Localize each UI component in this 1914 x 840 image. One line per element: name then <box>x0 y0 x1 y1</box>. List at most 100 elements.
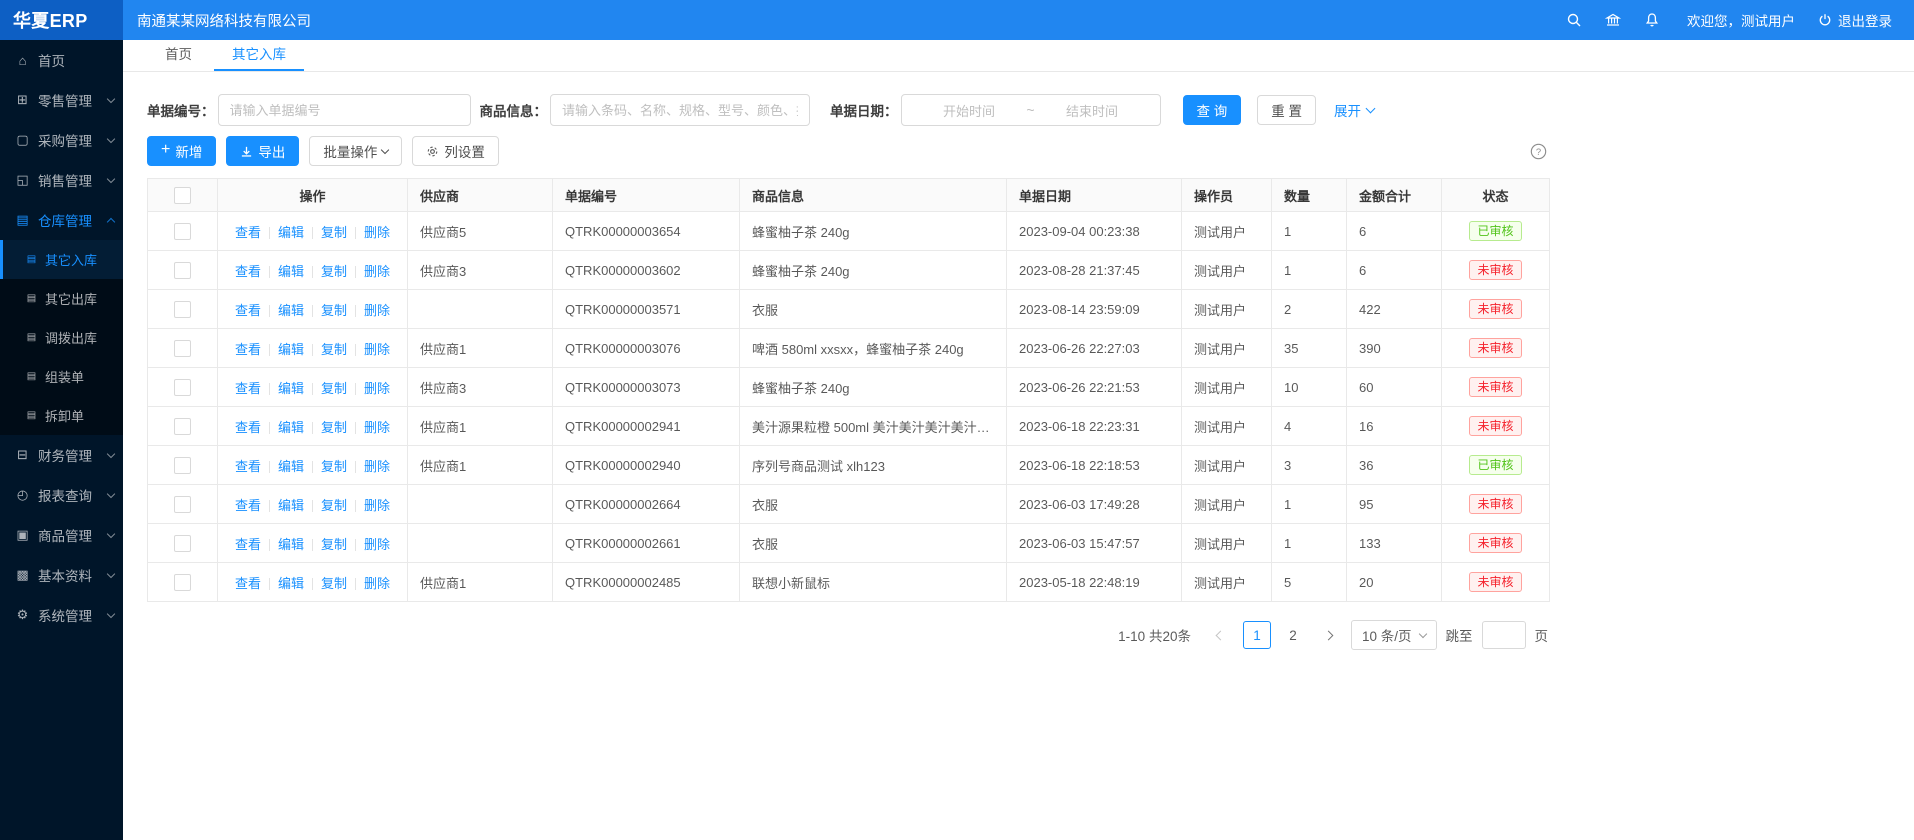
action-copy-link[interactable]: 复制 <box>321 225 347 240</box>
action-edit-link[interactable]: 编辑 <box>278 342 304 357</box>
tab-other-inbound[interactable]: 其它入库 <box>214 40 304 71</box>
export-button[interactable]: 导出 <box>226 136 299 166</box>
row-checkbox[interactable] <box>174 496 191 513</box>
action-delete-link[interactable]: 删除 <box>364 576 390 591</box>
sidebar-item-sales-management[interactable]: ◱销售管理 <box>0 160 123 200</box>
sidebar-item-retail-management[interactable]: ⊞零售管理 <box>0 80 123 120</box>
chevron-down-icon <box>1418 629 1426 637</box>
sidebar-item-finance-management[interactable]: ⊟财务管理 <box>0 435 123 475</box>
tab-home[interactable]: 首页 <box>147 40 210 71</box>
product-cell: 衣服 <box>740 524 1007 563</box>
action-view-link[interactable]: 查看 <box>235 381 261 396</box>
action-copy-link[interactable]: 复制 <box>321 381 347 396</box>
row-checkbox[interactable] <box>174 262 191 279</box>
row-checkbox[interactable] <box>174 418 191 435</box>
action-copy-link[interactable]: 复制 <box>321 303 347 318</box>
sidebar-subitem-disassembly-order[interactable]: ▤拆卸单 <box>0 396 123 435</box>
reset-button[interactable]: 重 置 <box>1257 95 1316 125</box>
search-button[interactable]: 查 询 <box>1183 95 1242 125</box>
prev-page-button[interactable] <box>1207 621 1235 649</box>
jump-input[interactable] <box>1482 621 1526 649</box>
action-edit-link[interactable]: 编辑 <box>278 381 304 396</box>
sidebar-item-system-management[interactable]: ⚙系统管理 <box>0 595 123 635</box>
action-copy-link[interactable]: 复制 <box>321 420 347 435</box>
sidebar-item-label: 商品管理 <box>38 525 92 545</box>
sidebar-subitem-allocation-outbound[interactable]: ▤调拨出库 <box>0 318 123 357</box>
sidebar-item-label: 系统管理 <box>38 605 92 625</box>
action-view-link[interactable]: 查看 <box>235 264 261 279</box>
action-view-link[interactable]: 查看 <box>235 459 261 474</box>
divider <box>312 305 313 317</box>
action-delete-link[interactable]: 删除 <box>364 225 390 240</box>
sidebar-item-goods-management[interactable]: ▣商品管理 <box>0 515 123 555</box>
bill-no-input[interactable] <box>218 94 471 126</box>
search-icon[interactable] <box>1566 12 1582 28</box>
sidebar-subitem-other-inbound[interactable]: ▤其它入库 <box>0 240 123 279</box>
logout-button[interactable]: 退出登录 <box>1818 10 1892 30</box>
row-checkbox[interactable] <box>174 457 191 474</box>
add-button[interactable]: + 新增 <box>147 136 216 166</box>
batch-operations-button[interactable]: 批量操作 <box>309 136 402 166</box>
expand-link[interactable]: 展开 <box>1334 100 1374 120</box>
bank-icon[interactable] <box>1605 12 1621 28</box>
action-copy-link[interactable]: 复制 <box>321 498 347 513</box>
action-edit-link[interactable]: 编辑 <box>278 537 304 552</box>
action-edit-link[interactable]: 编辑 <box>278 498 304 513</box>
action-edit-link[interactable]: 编辑 <box>278 303 304 318</box>
row-checkbox[interactable] <box>174 223 191 240</box>
action-delete-link[interactable]: 删除 <box>364 264 390 279</box>
sidebar: ⌂首页⊞零售管理▢采购管理◱销售管理▤仓库管理▤其它入库▤其它出库▤调拨出库▤组… <box>0 40 123 840</box>
action-view-link[interactable]: 查看 <box>235 342 261 357</box>
bell-icon[interactable] <box>1644 12 1660 28</box>
sidebar-item-basic-data[interactable]: ▩基本资料 <box>0 555 123 595</box>
sidebar-item-report-query[interactable]: ◴报表查询 <box>0 475 123 515</box>
action-delete-link[interactable]: 删除 <box>364 459 390 474</box>
date-range-picker[interactable]: 开始时间 ~ 结束时间 <box>901 94 1161 126</box>
action-copy-link[interactable]: 复制 <box>321 537 347 552</box>
help-icon[interactable]: ? <box>1530 143 1547 160</box>
action-view-link[interactable]: 查看 <box>235 537 261 552</box>
column-settings-button[interactable]: 列设置 <box>412 136 499 166</box>
select-all-checkbox[interactable] <box>174 187 191 204</box>
product-input[interactable] <box>550 94 810 126</box>
chevron-up-icon <box>107 217 115 225</box>
action-copy-link[interactable]: 复制 <box>321 459 347 474</box>
action-delete-link[interactable]: 删除 <box>364 420 390 435</box>
action-delete-link[interactable]: 删除 <box>364 381 390 396</box>
column-header: 状态 <box>1442 179 1550 212</box>
sidebar-subitem-assembly-order[interactable]: ▤组装单 <box>0 357 123 396</box>
action-view-link[interactable]: 查看 <box>235 498 261 513</box>
page-button-2[interactable]: 2 <box>1279 621 1307 649</box>
row-checkbox[interactable] <box>174 574 191 591</box>
action-edit-link[interactable]: 编辑 <box>278 576 304 591</box>
action-delete-link[interactable]: 删除 <box>364 342 390 357</box>
sidebar-subitem-other-outbound[interactable]: ▤其它出库 <box>0 279 123 318</box>
action-copy-link[interactable]: 复制 <box>321 264 347 279</box>
sidebar-subitem-label: 其它入库 <box>45 250 97 269</box>
next-page-button[interactable] <box>1315 621 1343 649</box>
action-edit-link[interactable]: 编辑 <box>278 264 304 279</box>
page-button-1[interactable]: 1 <box>1243 621 1271 649</box>
sidebar-item-warehouse-management[interactable]: ▤仓库管理 <box>0 200 123 240</box>
action-edit-link[interactable]: 编辑 <box>278 459 304 474</box>
row-checkbox[interactable] <box>174 535 191 552</box>
sidebar-item-purchase-management[interactable]: ▢采购管理 <box>0 120 123 160</box>
action-edit-link[interactable]: 编辑 <box>278 225 304 240</box>
action-view-link[interactable]: 查看 <box>235 576 261 591</box>
action-view-link[interactable]: 查看 <box>235 420 261 435</box>
action-delete-link[interactable]: 删除 <box>364 498 390 513</box>
action-edit-link[interactable]: 编辑 <box>278 420 304 435</box>
action-view-link[interactable]: 查看 <box>235 303 261 318</box>
action-view-link[interactable]: 查看 <box>235 225 261 240</box>
action-delete-link[interactable]: 删除 <box>364 537 390 552</box>
download-icon <box>240 145 253 158</box>
row-checkbox[interactable] <box>174 379 191 396</box>
action-copy-link[interactable]: 复制 <box>321 576 347 591</box>
sidebar-item-home[interactable]: ⌂首页 <box>0 40 123 80</box>
row-checkbox[interactable] <box>174 301 191 318</box>
company-name: 南通某某网络科技有限公司 <box>137 10 311 31</box>
action-copy-link[interactable]: 复制 <box>321 342 347 357</box>
row-checkbox[interactable] <box>174 340 191 357</box>
page-size-select[interactable]: 10 条/页 <box>1351 620 1437 650</box>
action-delete-link[interactable]: 删除 <box>364 303 390 318</box>
